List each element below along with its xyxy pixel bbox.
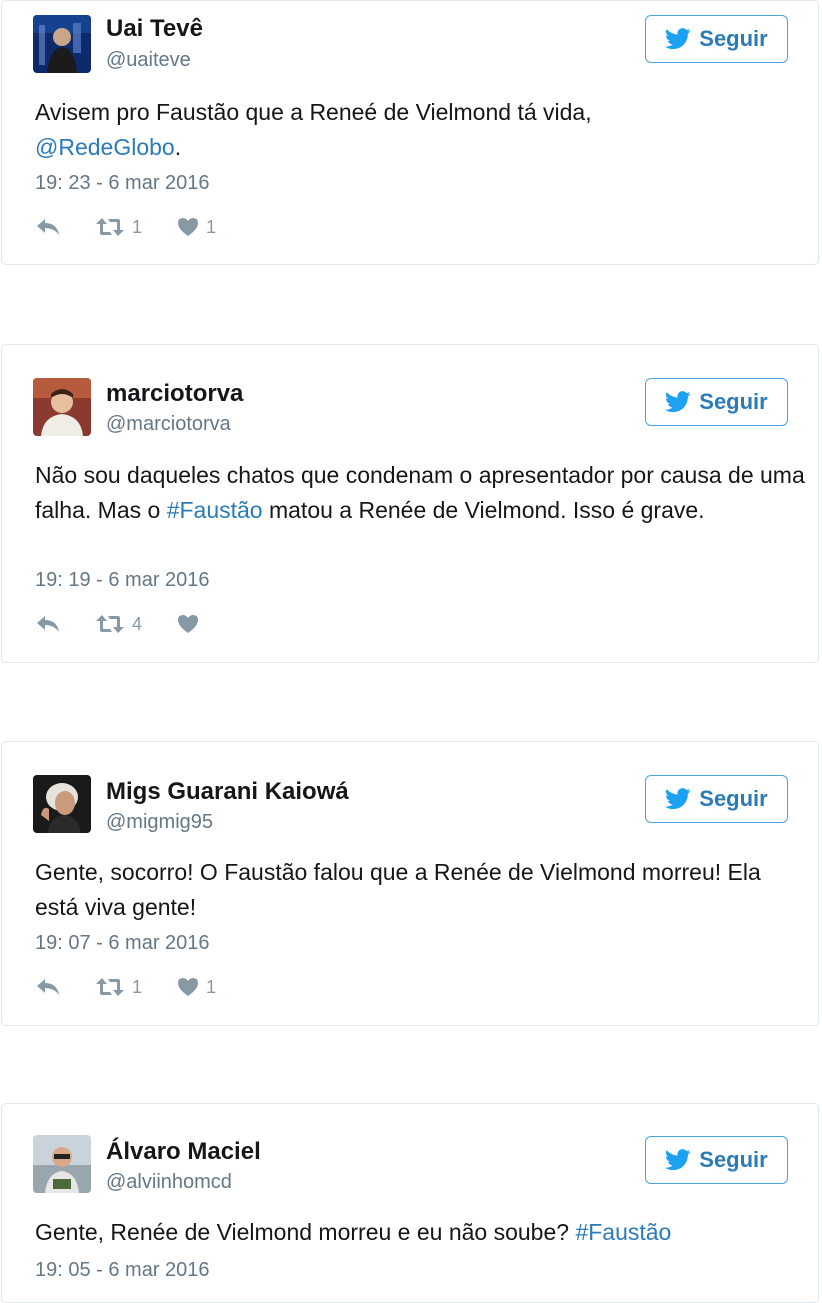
user-name[interactable]: Migs Guarani Kaiowá — [106, 778, 349, 806]
user-handle[interactable]: @alviinhomcd — [106, 1171, 232, 1194]
tweet-card: Migs Guarani Kaiowá @migmig95 Seguir Gen… — [1, 741, 819, 1026]
like-count: 1 — [206, 976, 217, 997]
retweet-icon — [96, 218, 124, 236]
follow-button[interactable]: Seguir — [645, 378, 788, 426]
timestamp[interactable]: 19: 19 - 6 mar 2016 — [35, 569, 210, 592]
twitter-bird-icon — [665, 1149, 691, 1171]
retweet-count: 1 — [132, 216, 143, 237]
tweet-text-part: Gente, socorro! O Faustão falou que a Re… — [35, 859, 761, 920]
mention-link[interactable]: @RedeGlobo — [35, 134, 175, 160]
reply-button[interactable] — [35, 977, 63, 997]
timestamp[interactable]: 19: 23 - 6 mar 2016 — [35, 172, 210, 195]
retweet-icon — [96, 978, 124, 996]
avatar[interactable] — [33, 378, 91, 436]
tweet-card: Uai Tevê @uaiteve Seguir Avisem pro Faus… — [1, 0, 819, 265]
follow-label: Seguir — [699, 389, 768, 414]
tweet-text: Gente, socorro! O Faustão falou que a Re… — [35, 855, 805, 925]
retweet-button[interactable]: 1 — [95, 977, 153, 998]
follow-label: Seguir — [699, 26, 768, 51]
user-handle[interactable]: @migmig95 — [106, 811, 213, 834]
tweet-actions: 1 1 — [35, 212, 216, 242]
user-name[interactable]: marciotorva — [106, 380, 243, 408]
retweet-button[interactable]: 1 — [95, 217, 153, 238]
heart-icon — [178, 978, 198, 996]
avatar[interactable] — [33, 775, 91, 833]
retweet-count: 1 — [132, 976, 143, 997]
tweet-text: Não sou daqueles chatos que condenam o a… — [35, 458, 805, 528]
twitter-bird-icon — [665, 391, 691, 413]
tweet-text-part: Avisem pro Faustão que a Reneé de Vielmo… — [35, 99, 592, 125]
tweet-text-part: matou a Renée de Vielmond. Isso é grave. — [262, 497, 705, 523]
hashtag-link[interactable]: #Faustão — [167, 497, 263, 523]
reply-button[interactable] — [35, 614, 63, 634]
user-handle[interactable]: @marciotorva — [106, 413, 231, 436]
tweet-text-part: . — [174, 134, 182, 160]
follow-button[interactable]: Seguir — [645, 775, 788, 823]
tweet-text: Avisem pro Faustão que a Reneé de Vielmo… — [35, 95, 805, 165]
tweet-text-part: Gente, Renée de Vielmond morreu e eu não… — [35, 1219, 576, 1245]
tweet-text: Gente, Renée de Vielmond morreu e eu não… — [35, 1215, 805, 1250]
hashtag-link[interactable]: #Faustão — [575, 1219, 671, 1245]
tweet-actions: 4 — [35, 609, 206, 639]
user-name[interactable]: Uai Tevê — [106, 15, 203, 43]
follow-label: Seguir — [699, 786, 768, 811]
twitter-bird-icon — [665, 28, 691, 50]
user-name[interactable]: Álvaro Maciel — [106, 1138, 261, 1166]
timestamp[interactable]: 19: 07 - 6 mar 2016 — [35, 932, 210, 955]
retweet-count: 4 — [132, 613, 143, 634]
retweet-icon — [96, 615, 124, 633]
reply-button[interactable] — [35, 217, 63, 237]
tweet-actions: 1 1 — [35, 972, 216, 1002]
reply-icon — [37, 219, 59, 235]
like-count: 1 — [206, 216, 217, 237]
twitter-bird-icon — [665, 788, 691, 810]
like-button[interactable]: 1 — [177, 977, 216, 998]
follow-label: Seguir — [699, 1147, 768, 1172]
timestamp[interactable]: 19: 05 - 6 mar 2016 — [35, 1259, 210, 1282]
follow-button[interactable]: Seguir — [645, 15, 788, 63]
tweet-card: Álvaro Maciel @alviinhomcd Seguir Gente,… — [1, 1103, 819, 1303]
like-button[interactable]: 1 — [177, 217, 216, 238]
retweet-button[interactable]: 4 — [95, 614, 153, 635]
heart-icon — [178, 615, 198, 633]
user-handle[interactable]: @uaiteve — [106, 49, 191, 72]
tweet-card: marciotorva @marciotorva Seguir Não sou … — [1, 344, 819, 663]
follow-button[interactable]: Seguir — [645, 1136, 788, 1184]
reply-icon — [37, 979, 59, 995]
like-button[interactable] — [177, 614, 206, 634]
avatar[interactable] — [33, 1135, 91, 1193]
reply-icon — [37, 616, 59, 632]
avatar[interactable] — [33, 15, 91, 73]
heart-icon — [178, 218, 198, 236]
